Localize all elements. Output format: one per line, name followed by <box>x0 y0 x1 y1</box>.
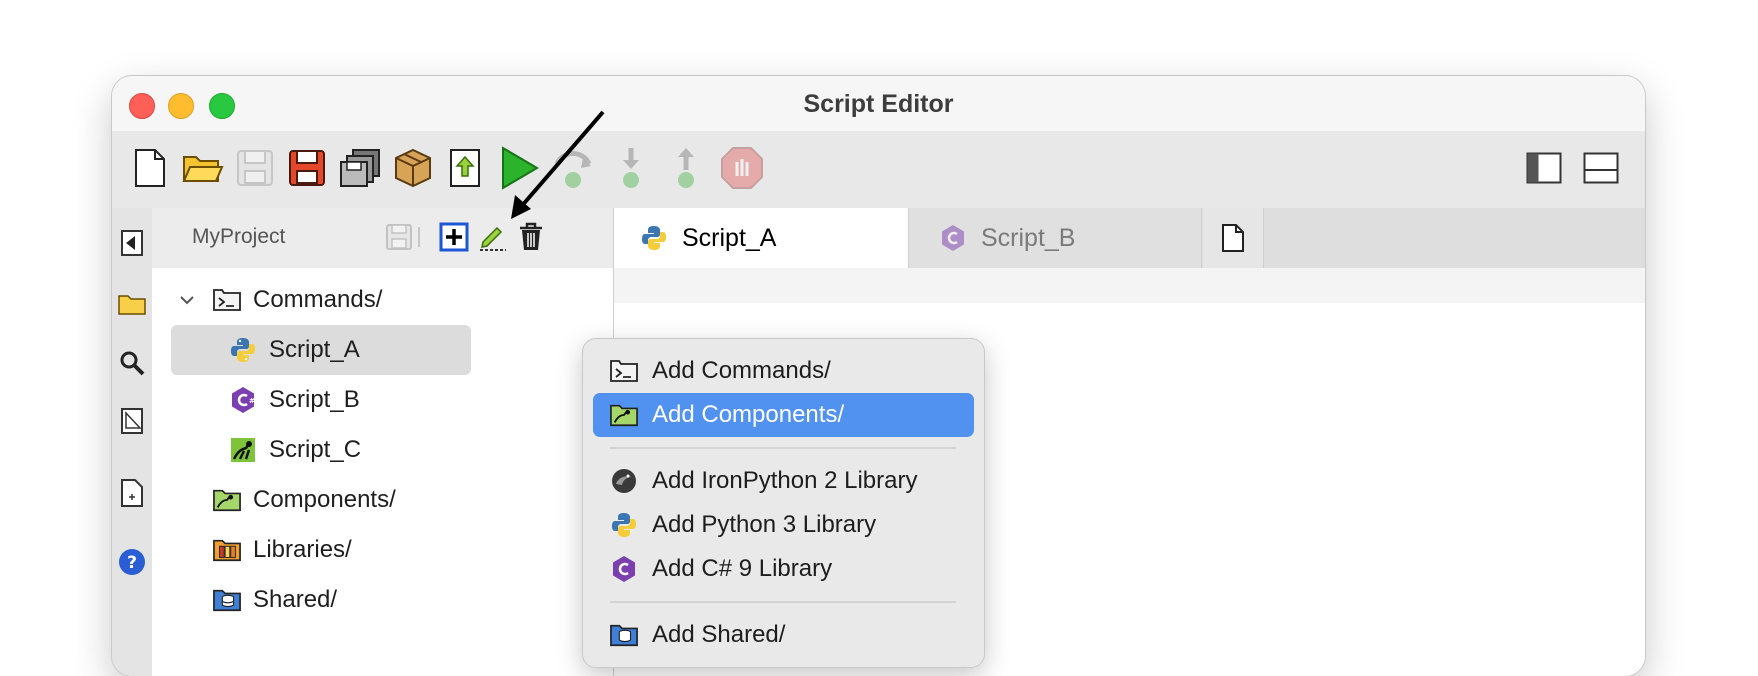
callout-arrow-icon <box>511 110 605 219</box>
